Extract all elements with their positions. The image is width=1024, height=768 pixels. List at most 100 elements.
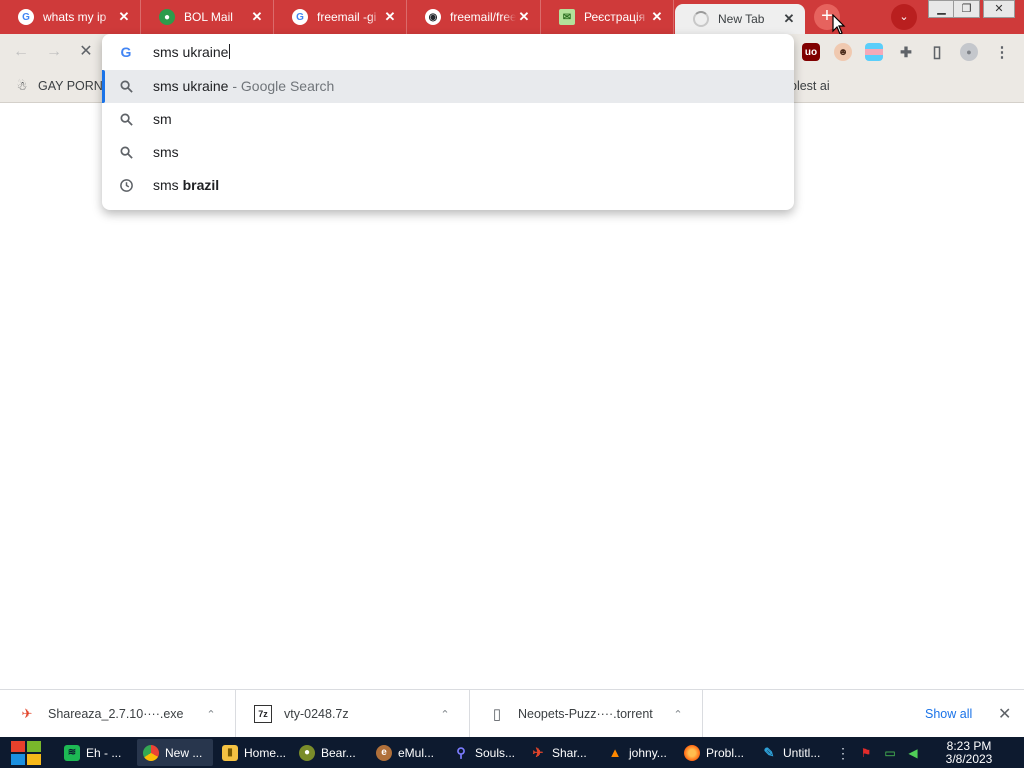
side-panel-icon[interactable]: ▯ bbox=[928, 43, 946, 61]
profile-icon[interactable]: ● bbox=[960, 43, 978, 61]
vlc-icon: ▲ bbox=[608, 745, 622, 760]
kebab-menu-icon[interactable]: ⋮ bbox=[993, 43, 1011, 61]
close-icon[interactable]: ✕ bbox=[516, 9, 532, 25]
show-all-downloads-link[interactable]: Show all bbox=[925, 707, 972, 721]
download-filename: Neopets-Puzz····.torrent bbox=[518, 707, 653, 721]
text-caret bbox=[229, 44, 231, 59]
taskbar-item[interactable]: ✎ Untitl... bbox=[755, 739, 831, 766]
suggestion-completion: brazil bbox=[182, 177, 220, 193]
taskbar-clock[interactable]: 8:23 PM 3/8/2023 bbox=[928, 740, 1010, 766]
download-item[interactable]: 7z vty-0248.7z ⌃ bbox=[236, 690, 470, 738]
close-icon[interactable]: ✕ bbox=[781, 11, 797, 27]
tab-title: freemail/free bbox=[450, 10, 516, 24]
puzzle-extensions-icon[interactable]: ✚ bbox=[897, 43, 915, 61]
suggestion-query: sm bbox=[153, 111, 172, 127]
avatar-extension-icon[interactable]: ☻ bbox=[834, 43, 852, 61]
taskbar-item[interactable]: ✈ Shar... bbox=[524, 739, 598, 766]
restore-button[interactable]: ❐ bbox=[953, 0, 980, 18]
minimize-button[interactable]: ▁ bbox=[928, 0, 955, 18]
tab-whats-my-ip[interactable]: G whats my ip ✕ bbox=[0, 0, 141, 34]
tab-new-tab[interactable]: New Tab ✕ bbox=[675, 4, 805, 34]
loading-spinner-icon bbox=[693, 11, 709, 27]
search-icon bbox=[120, 146, 133, 159]
window-close-button[interactable]: ✕ bbox=[983, 0, 1015, 18]
suggestion-description: Google Search bbox=[240, 78, 335, 94]
suggestion-query: sms ukraine bbox=[153, 78, 229, 94]
close-icon[interactable]: ✕ bbox=[382, 9, 398, 25]
taskbar-label: Probl... bbox=[706, 745, 745, 760]
suggestion-query: sms bbox=[153, 177, 183, 193]
taskbar-label: Shar... bbox=[552, 745, 587, 760]
suggestion-text: sms bbox=[153, 144, 179, 160]
tab-bol-mail[interactable]: ● BOL Mail ✕ bbox=[141, 0, 274, 34]
taskbar-label: johny... bbox=[629, 745, 667, 760]
tab-search-button[interactable]: ⌄ bbox=[891, 4, 917, 30]
taskbar-item[interactable]: Probl... bbox=[678, 739, 752, 766]
taskbar-label: Eh - ... bbox=[86, 745, 122, 760]
close-icon[interactable]: ✕ bbox=[116, 9, 132, 25]
taskbar-item[interactable]: ⚲ Souls... bbox=[447, 739, 521, 766]
bear-app-icon: ● bbox=[299, 744, 315, 761]
suggestion-text: sms brazil bbox=[153, 177, 219, 193]
tab-registration[interactable]: ✉ Реєстрація ✕ bbox=[541, 0, 674, 34]
download-item[interactable]: ✈ Shareaza_2.7.10····.exe ⌃ bbox=[0, 690, 236, 738]
taskbar-item[interactable]: e eMul... bbox=[370, 739, 444, 766]
taskbar-label: Untitl... bbox=[783, 745, 821, 760]
network-icon[interactable]: ▭ bbox=[882, 745, 898, 761]
github-icon: ◉ bbox=[425, 9, 441, 25]
bol-mail-icon: ● bbox=[159, 9, 175, 25]
bookmark-item[interactable]: ☃ GAY PORN bbox=[14, 70, 103, 102]
suggestion-separator: - bbox=[228, 78, 241, 94]
history-clock-icon bbox=[120, 179, 133, 192]
suggestion-row[interactable]: sms ukraine - Google Search bbox=[102, 70, 794, 103]
tab-title: whats my ip bbox=[43, 10, 107, 24]
suggestion-row[interactable]: sms bbox=[102, 136, 794, 169]
chevron-up-icon[interactable]: ⌃ bbox=[668, 708, 688, 721]
download-shelf: ✈ Shareaza_2.7.10····.exe ⌃ 7z vty-0248.… bbox=[0, 689, 1024, 738]
folder-icon: ▮ bbox=[222, 744, 238, 761]
address-bar[interactable]: G sms ukraine bbox=[102, 34, 794, 70]
volume-icon[interactable]: ◀ bbox=[905, 745, 921, 761]
taskbar-item[interactable]: ● Bear... bbox=[293, 739, 367, 766]
taskbar-item[interactable]: ▲ johny... bbox=[601, 739, 675, 766]
flag-extension-icon[interactable] bbox=[865, 43, 883, 61]
address-input-text: sms ukraine bbox=[153, 44, 229, 60]
close-icon[interactable]: ✕ bbox=[249, 9, 265, 25]
tab-freemail-github[interactable]: ◉ freemail/free ✕ bbox=[407, 0, 541, 34]
bookmark-label: olest ai bbox=[790, 79, 830, 93]
taskbar-label: Bear... bbox=[321, 745, 356, 760]
taskbar-item[interactable]: New ... bbox=[137, 739, 213, 766]
download-item[interactable]: ▯ Neopets-Puzz····.torrent ⌃ bbox=[470, 690, 703, 738]
chevron-down-icon: ⌄ bbox=[899, 11, 909, 23]
chevron-up-icon[interactable]: ⌃ bbox=[201, 708, 221, 721]
close-icon[interactable]: ✕ bbox=[649, 9, 665, 25]
chevron-up-icon[interactable]: ⌃ bbox=[435, 708, 455, 721]
tray-overflow-icon[interactable]: ⋮ bbox=[835, 745, 851, 761]
action-center-flag-icon[interactable]: ⚑ bbox=[858, 745, 874, 761]
download-filename: Shareaza_2.7.10····.exe bbox=[48, 707, 184, 721]
close-icon[interactable]: ✕ bbox=[998, 704, 1011, 724]
back-button[interactable]: ← bbox=[12, 43, 30, 61]
bookmark-item[interactable]: olest ai bbox=[790, 70, 830, 102]
stop-button[interactable]: ✕ bbox=[77, 43, 95, 61]
search-icon bbox=[120, 80, 133, 93]
tab-title: BOL Mail bbox=[184, 10, 233, 24]
taskbar-label: New ... bbox=[165, 745, 203, 760]
tab-strip: G whats my ip ✕ ● BOL Mail ✕ G freemail … bbox=[0, 0, 1024, 35]
tab-title: Реєстрація bbox=[584, 10, 646, 24]
address-input[interactable]: sms ukraine bbox=[153, 44, 231, 60]
suggestion-row[interactable]: sm bbox=[102, 103, 794, 136]
ublock-origin-icon[interactable]: uo bbox=[802, 43, 820, 61]
taskbar-item[interactable]: ≋ Eh - ... bbox=[58, 739, 134, 766]
suggestion-row[interactable]: sms brazil bbox=[102, 169, 794, 202]
windows-start-icon[interactable] bbox=[8, 738, 44, 768]
emule-icon: e bbox=[376, 744, 392, 761]
shareaza-icon: ✈ bbox=[532, 744, 544, 760]
suggestion-text: sms ukraine - Google Search bbox=[153, 78, 334, 94]
tab-freemail-google[interactable]: G freemail -gi ✕ bbox=[274, 0, 407, 34]
google-icon: G bbox=[292, 9, 308, 25]
shareaza-icon: ✈ bbox=[21, 706, 33, 721]
windows-taskbar: ≋ Eh - ... New ... ▮ Home... ● Bear... e eMu… bbox=[0, 737, 1024, 768]
forward-button[interactable]: → bbox=[45, 43, 63, 61]
taskbar-item[interactable]: ▮ Home... bbox=[216, 739, 290, 766]
